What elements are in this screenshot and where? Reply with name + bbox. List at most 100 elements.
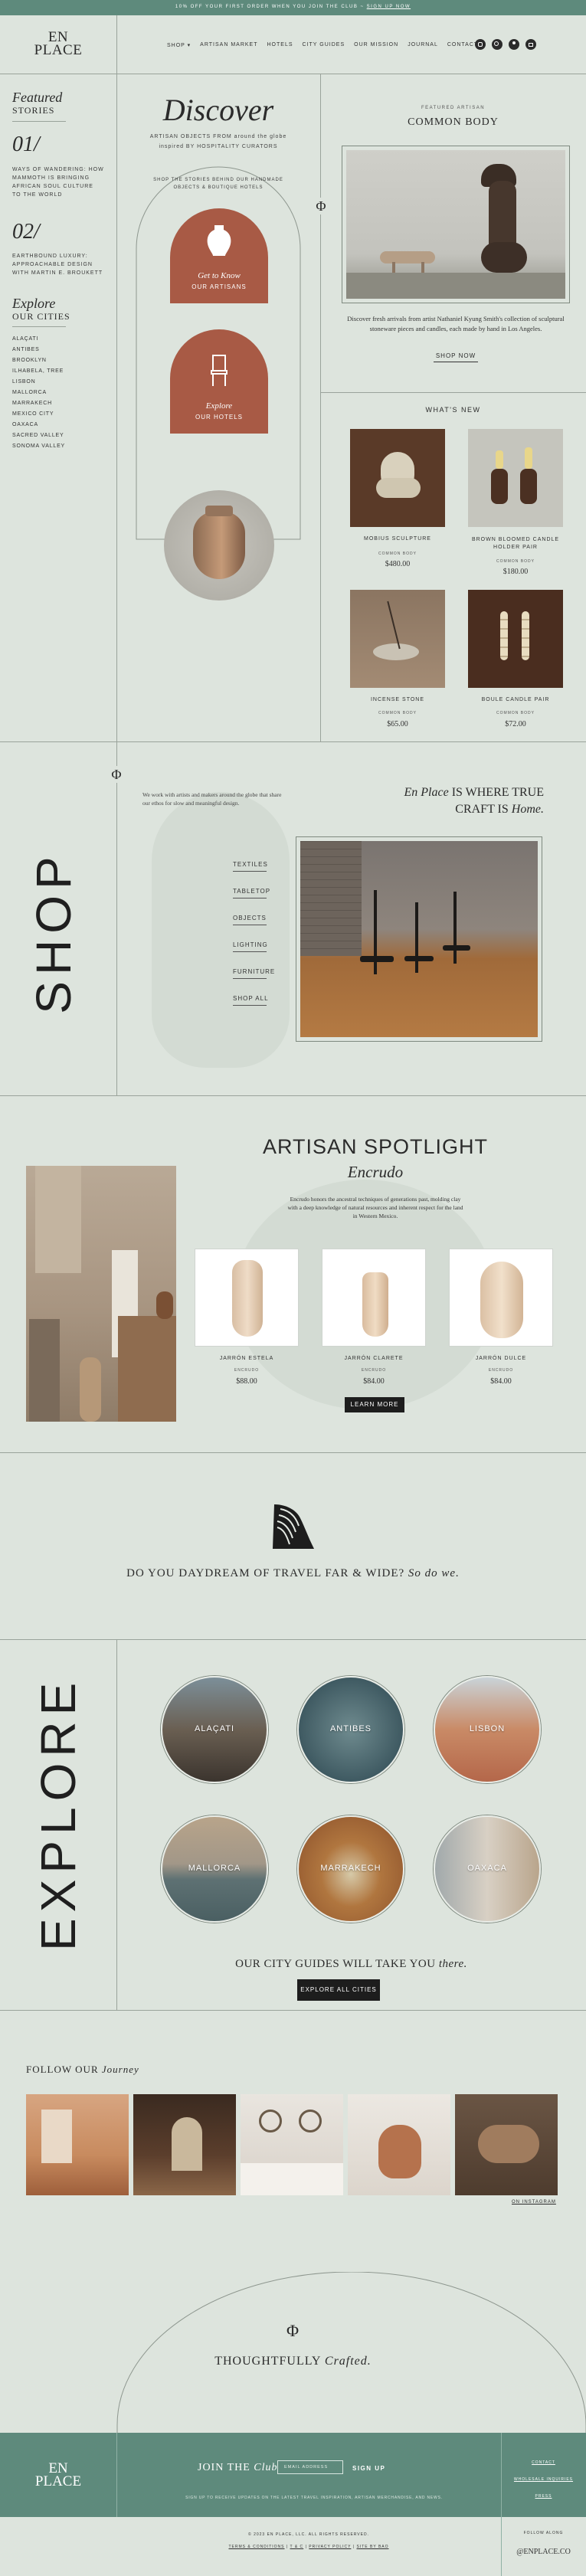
category-link-shop-all[interactable]: SHOP ALL bbox=[233, 995, 268, 1006]
footer-signup-note: SIGN UP TO RECEIVE UPDATES ON THE LATEST… bbox=[185, 2496, 443, 2500]
category-link-tabletop[interactable]: TABLETOP bbox=[233, 888, 270, 898]
nav-city-guides[interactable]: CITY GUIDES bbox=[303, 42, 345, 48]
product-image-mobius[interactable] bbox=[350, 429, 445, 527]
footer-link-privacy[interactable]: PRIVACY POLICY bbox=[309, 2545, 351, 2549]
nav-hotels[interactable]: HOTELS bbox=[267, 42, 293, 48]
section-divider-2 bbox=[0, 1095, 586, 1096]
city-link-marrakech[interactable]: MARRAKECH bbox=[12, 398, 65, 409]
footer-link-tc[interactable]: T & C bbox=[290, 2545, 303, 2549]
footer-logo[interactable]: EN PLACE bbox=[28, 2461, 89, 2489]
city-link-mexico-city[interactable]: MEXICO CITY bbox=[12, 409, 65, 420]
category-link-textiles[interactable]: TEXTILES bbox=[233, 861, 267, 872]
spotlight-product-name[interactable]: JARRÓN CLARETE bbox=[320, 1356, 427, 1361]
section-divider-4 bbox=[0, 1639, 586, 1640]
search-icon[interactable] bbox=[492, 39, 503, 50]
footer-email-input[interactable]: EMAIL ADDRESS bbox=[277, 2460, 343, 2474]
announcement-link[interactable]: SIGN UP NOW bbox=[367, 5, 411, 9]
section-divider-5 bbox=[0, 2010, 586, 2011]
story-1-title[interactable]: WAYS OF WANDERING: HOW MAMMOTH IS BRINGI… bbox=[12, 165, 104, 199]
spotlight-product-image-clarete[interactable] bbox=[322, 1249, 426, 1347]
spotlight-learn-more-button[interactable]: LEARN MORE bbox=[345, 1397, 404, 1412]
city-link-alacati[interactable]: ALAÇATI bbox=[12, 334, 65, 345]
product-price: $480.00 bbox=[385, 560, 411, 568]
city-circle-antibes[interactable]: ANTIBES bbox=[297, 1676, 404, 1783]
shop-tagline: En Place IS WHERE TRUE CRAFT IS Home. bbox=[360, 784, 545, 818]
city-link-ilhabela[interactable]: ILHABELA, TREE bbox=[12, 366, 65, 377]
category-link-lighting[interactable]: LIGHTING bbox=[233, 941, 267, 952]
logo-line-2: PLACE bbox=[34, 42, 83, 58]
footer-link-site-credit[interactable]: SITE BY BAO bbox=[356, 2545, 388, 2549]
spotlight-product-name[interactable]: JARRÓN DULCE bbox=[447, 1356, 555, 1361]
explore-underline bbox=[12, 326, 66, 327]
product-image-candle-holder[interactable] bbox=[468, 429, 563, 527]
artisans-card[interactable]: Get to Know OUR ARTISANS bbox=[170, 208, 268, 303]
spotlight-description: Encrudo honors the ancestral techniques … bbox=[287, 1196, 463, 1219]
section-divider-1 bbox=[0, 741, 586, 742]
crafted-script: Crafted. bbox=[324, 2355, 372, 2368]
city-link-oaxaca[interactable]: OAXACA bbox=[12, 420, 65, 430]
product-image-boule-candle[interactable] bbox=[468, 590, 563, 688]
footer-link-wholesale[interactable]: WHOLESALE INQUIRIES bbox=[501, 2471, 586, 2488]
featured-artisan-shop-now[interactable]: SHOP NOW bbox=[434, 352, 478, 362]
user-icon[interactable] bbox=[509, 39, 519, 50]
discover-arc-text: SHOP THE STORIES BEHIND OUR HANDMADE OBJ… bbox=[153, 178, 283, 190]
city-link-brooklyn[interactable]: BROOKLYN bbox=[12, 355, 65, 366]
product-maker: COMMON BODY bbox=[378, 552, 417, 556]
spotlight-product-image-estela[interactable] bbox=[195, 1249, 299, 1347]
instagram-photo-5[interactable] bbox=[455, 2094, 558, 2195]
hotels-card[interactable]: Explore OUR HOTELS bbox=[170, 329, 268, 434]
city-link-antibes[interactable]: ANTIBES bbox=[12, 345, 65, 355]
city-circle-marrakech[interactable]: MARRAKECH bbox=[297, 1815, 404, 1923]
product-image-incense-stone[interactable] bbox=[350, 590, 445, 688]
product-name[interactable]: BOULE CANDLE PAIR bbox=[461, 697, 570, 702]
cart-icon[interactable] bbox=[525, 39, 536, 50]
footer-signup-button[interactable]: SIGN UP bbox=[352, 2465, 385, 2472]
instagram-photo-1[interactable] bbox=[26, 2094, 129, 2195]
product-name[interactable]: BROWN BLOOMED CANDLE HOLDER PAIR bbox=[461, 536, 570, 552]
city-link-lisbon[interactable]: LISBON bbox=[12, 377, 65, 388]
featured-artisan-kicker: FEATURED ARTISAN bbox=[421, 106, 486, 110]
city-circle-label: OAXACA bbox=[467, 1864, 507, 1874]
story-2-title[interactable]: EARTHBOUND LUXURY: APPROACHABLE DESIGN W… bbox=[12, 252, 104, 277]
instagram-photo-2[interactable] bbox=[133, 2094, 236, 2195]
instagram-icon[interactable] bbox=[475, 39, 486, 50]
spotlight-product-image-dulce[interactable] bbox=[449, 1249, 553, 1347]
brand-mark-icon: Φ bbox=[314, 198, 328, 214]
footer-instagram-handle[interactable]: @ENPLACE.CO bbox=[501, 2548, 586, 2556]
city-link-mallorca[interactable]: MALLORCA bbox=[12, 388, 65, 398]
nav-shop[interactable]: SHOP ▾ bbox=[167, 42, 191, 48]
footer-follow-label: FOLLOW ALONG bbox=[523, 2531, 564, 2535]
spotlight-room-image bbox=[26, 1166, 176, 1422]
category-link-furniture[interactable]: FURNITURE bbox=[233, 968, 274, 979]
nav-our-mission[interactable]: OUR MISSION bbox=[354, 42, 398, 48]
footer-link-contact[interactable]: CONTACT bbox=[501, 2454, 586, 2471]
nav-journal[interactable]: JOURNAL bbox=[408, 42, 438, 48]
spotlight-product-maker: ENCRUDO bbox=[361, 1368, 387, 1373]
city-circle-alacati[interactable]: ALAÇATI bbox=[161, 1676, 268, 1783]
shop-tagline-script-1: En Place bbox=[404, 786, 449, 799]
nav-contact[interactable]: CONTACT bbox=[447, 42, 478, 48]
spotlight-title: ARTISAN SPOTLIGHT bbox=[262, 1135, 489, 1158]
city-circle-oaxaca[interactable]: OAXACA bbox=[434, 1815, 541, 1923]
city-circle-lisbon[interactable]: LISBON bbox=[434, 1676, 541, 1783]
explore-script: Explore bbox=[12, 296, 56, 311]
product-name[interactable]: MOBIUS SCULPTURE bbox=[343, 536, 452, 542]
footer-right-links: CONTACT WHOLESALE INQUIRIES PRESS bbox=[501, 2454, 586, 2505]
instagram-photo-3[interactable] bbox=[241, 2094, 343, 2195]
footer-link-terms[interactable]: TERMS & CONDITIONS bbox=[228, 2545, 284, 2549]
site-logo[interactable]: EN PLACE bbox=[28, 30, 89, 58]
city-link-sonoma[interactable]: SONOMA VALLEY bbox=[12, 441, 65, 452]
instagram-photo-4[interactable] bbox=[348, 2094, 450, 2195]
nav-artisan-market[interactable]: ARTISAN MARKET bbox=[200, 42, 257, 48]
product-name[interactable]: INCENSE STONE bbox=[343, 697, 452, 702]
explore-all-cities-button[interactable]: EXPLORE ALL CITIES bbox=[297, 1979, 380, 2001]
footer-link-press[interactable]: PRESS bbox=[501, 2488, 586, 2505]
pottery-circle-image bbox=[164, 490, 274, 601]
city-circle-mallorca[interactable]: MALLORCA bbox=[161, 1815, 268, 1923]
city-link-sacred-valley[interactable]: SACRED VALLEY bbox=[12, 430, 65, 441]
category-link-objects[interactable]: OBJECTS bbox=[233, 915, 267, 925]
story-2-number: 02/ bbox=[12, 220, 40, 244]
spotlight-product-name[interactable]: JARRÓN ESTELA bbox=[193, 1356, 300, 1361]
follow-instagram-link[interactable]: ON INSTAGRAM bbox=[512, 2200, 556, 2204]
shop-tagline-caps-2: CRAFT IS bbox=[455, 803, 509, 816]
